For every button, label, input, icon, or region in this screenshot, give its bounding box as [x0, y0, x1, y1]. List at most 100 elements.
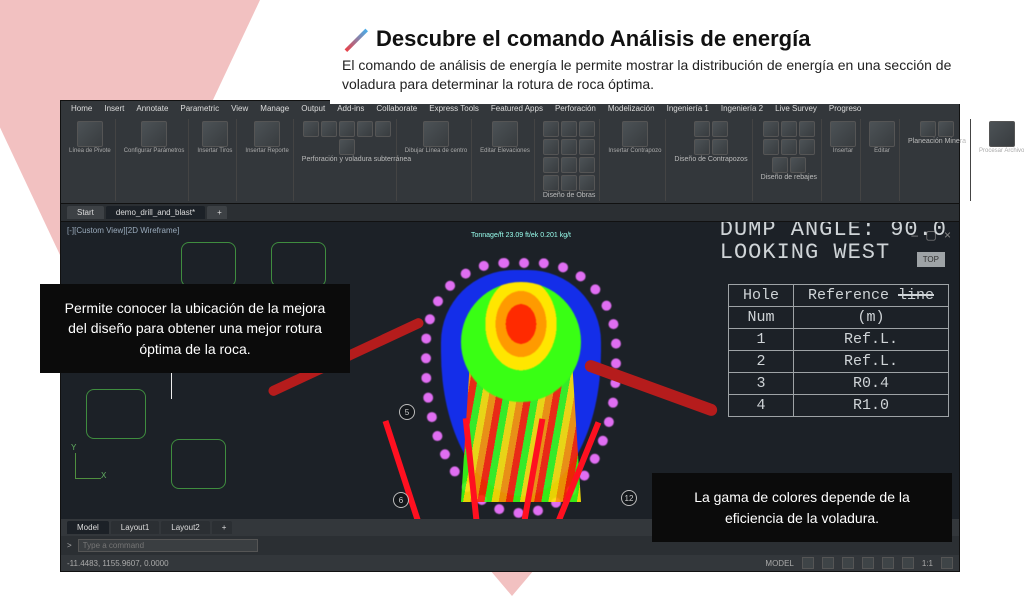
tonnage-label: Tonnage/ft 23.09 ft/ek 0.201 kg/t	[471, 232, 571, 240]
tool-icon[interactable]	[799, 139, 815, 155]
tab-start[interactable]: Start	[67, 206, 104, 219]
insert-contrapozo-icon[interactable]	[622, 121, 648, 147]
ortho-toggle-icon[interactable]	[842, 557, 854, 569]
tab-layout2[interactable]: Layout2	[161, 521, 209, 534]
tool-icon[interactable]	[772, 157, 788, 173]
tool-icon[interactable]	[303, 121, 319, 137]
tab-add-layout-icon[interactable]: +	[212, 521, 232, 534]
tool-icon[interactable]	[712, 139, 728, 155]
scale-readout[interactable]: 1:1	[922, 559, 933, 568]
snap-toggle-icon[interactable]	[822, 557, 834, 569]
insert-report-icon[interactable]	[254, 121, 280, 147]
menu-item[interactable]: Add-ins	[333, 103, 368, 114]
tool-icon[interactable]	[543, 175, 559, 191]
ribbon: Línea de Pivote Configurar Parámetros In…	[61, 116, 959, 204]
osnap-toggle-icon[interactable]	[882, 557, 894, 569]
mode-badge[interactable]: MODEL	[765, 559, 793, 568]
tool-icon[interactable]	[375, 121, 391, 137]
process-file-icon[interactable]	[989, 121, 1015, 147]
ribbon-group-label: Diseño de Obras	[543, 192, 596, 199]
grid-toggle-icon[interactable]	[802, 557, 814, 569]
tab-file[interactable]: demo_drill_and_blast*	[106, 206, 205, 219]
tool-icon[interactable]	[712, 121, 728, 137]
tab-add-icon[interactable]: +	[207, 206, 227, 219]
insert-shots-icon[interactable]	[202, 121, 228, 147]
menu-item[interactable]: Express Tools	[425, 103, 483, 114]
tool-icon[interactable]	[339, 139, 355, 155]
section-outline	[181, 242, 236, 287]
tool-icon[interactable]	[543, 139, 559, 155]
menu-item[interactable]: Ingeniería 1	[663, 103, 713, 114]
menu-item[interactable]: Manage	[256, 103, 293, 114]
tool-icon[interactable]	[561, 139, 577, 155]
ribbon-group-label: Planeación Minera	[908, 138, 966, 145]
menu-item[interactable]: Home	[67, 103, 96, 114]
energy-core	[461, 282, 581, 402]
config-params-icon[interactable]	[141, 121, 167, 147]
energy-analysis-icon	[342, 26, 368, 52]
menu-item[interactable]: Modelización	[604, 103, 659, 114]
editar-icon[interactable]	[869, 121, 895, 147]
tool-icon[interactable]	[339, 121, 355, 137]
coords-readout: -11.4483, 1155.9607, 0.0000	[67, 559, 169, 568]
tool-icon[interactable]	[543, 121, 559, 137]
hole-number-badge: 12	[621, 490, 637, 506]
isoplane-icon[interactable]	[902, 557, 914, 569]
gear-icon[interactable]	[941, 557, 953, 569]
table-row: 2Ref.L.	[728, 351, 948, 373]
tool-icon[interactable]	[579, 175, 595, 191]
menu-item[interactable]: Collaborate	[372, 103, 421, 114]
menu-item[interactable]: Parametric	[176, 103, 223, 114]
dump-line1: DUMP ANGLE: 90.0	[720, 222, 947, 241]
ribbon-label: Procesar Archivo	[979, 148, 1024, 154]
tool-icon[interactable]	[579, 139, 595, 155]
cmd-prompt-icon: >	[67, 541, 72, 550]
ribbon-label: Insertar Reporte	[245, 148, 288, 154]
tool-icon[interactable]	[938, 121, 954, 137]
pivot-line-icon[interactable]	[77, 121, 103, 147]
ribbon-group-underground: Perforación y voladura subterránea	[298, 119, 397, 201]
tool-icon[interactable]	[561, 157, 577, 173]
polar-toggle-icon[interactable]	[862, 557, 874, 569]
tool-icon[interactable]	[763, 121, 779, 137]
ribbon-group-obras: Diseño de Obras	[539, 119, 601, 201]
tab-layout1[interactable]: Layout1	[111, 521, 159, 534]
menu-item[interactable]: Output	[297, 103, 329, 114]
tool-icon[interactable]	[561, 121, 577, 137]
menu-item[interactable]: Live Survey	[771, 103, 821, 114]
ribbon-group-label: Diseño de Contrapozos	[674, 156, 747, 163]
tool-icon[interactable]	[579, 157, 595, 173]
tool-icon[interactable]	[694, 121, 710, 137]
table-row: 4R1.0	[728, 395, 948, 417]
tool-icon[interactable]	[763, 139, 779, 155]
tab-model[interactable]: Model	[67, 521, 109, 534]
tool-icon[interactable]	[321, 121, 337, 137]
edit-elev-icon[interactable]	[492, 121, 518, 147]
tool-icon[interactable]	[543, 157, 559, 173]
tool-icon[interactable]	[357, 121, 373, 137]
menu-item[interactable]: Insert	[100, 103, 128, 114]
insertar-icon[interactable]	[830, 121, 856, 147]
table-row: 3R0.4	[728, 373, 948, 395]
menu-item[interactable]: Annotate	[132, 103, 172, 114]
ribbon-label: Dibujar Línea de centro	[405, 148, 467, 154]
command-input[interactable]	[78, 539, 258, 552]
menu-item[interactable]: Perforación	[551, 103, 600, 114]
tool-icon[interactable]	[561, 175, 577, 191]
tool-icon[interactable]	[781, 139, 797, 155]
tool-icon[interactable]	[579, 121, 595, 137]
menu-item[interactable]: Featured Apps	[487, 103, 547, 114]
dump-heading: DUMP ANGLE: 90.0 LOOKING WEST	[720, 222, 947, 264]
ribbon-label: Insertar Tiros	[197, 148, 232, 154]
menu-item[interactable]: Progreso	[825, 103, 865, 114]
tool-icon[interactable]	[781, 121, 797, 137]
dump-line2: LOOKING WEST	[720, 241, 947, 264]
menu-item[interactable]: View	[227, 103, 252, 114]
tool-icon[interactable]	[694, 139, 710, 155]
draw-centerline-icon[interactable]	[423, 121, 449, 147]
tool-icon[interactable]	[790, 157, 806, 173]
menu-item[interactable]: Ingeniería 2	[717, 103, 767, 114]
tool-icon[interactable]	[920, 121, 936, 137]
tool-icon[interactable]	[799, 121, 815, 137]
section-outline	[86, 389, 146, 439]
